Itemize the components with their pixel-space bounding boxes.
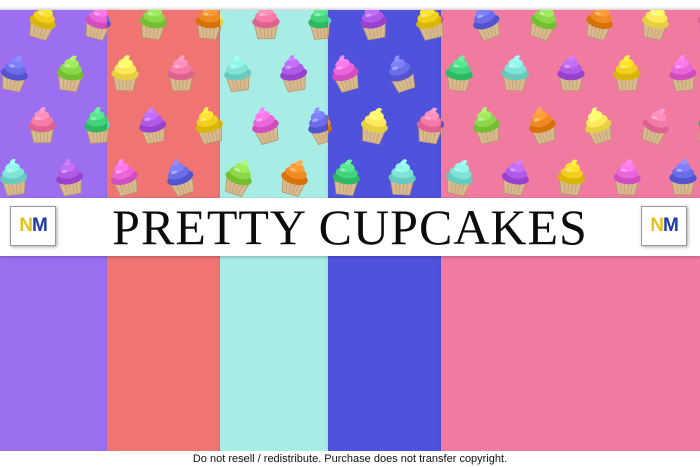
logo-letter-n: N (650, 215, 664, 236)
cupcake-motif (530, 10, 557, 42)
cupcake-motif (501, 55, 529, 92)
cupcake-motif (416, 10, 442, 41)
cupcake-motif (388, 159, 416, 196)
cupcake-motif (308, 107, 330, 146)
cupcake-motif (473, 10, 501, 42)
cupcake-motif (0, 10, 4, 42)
cupcake-motif (441, 14, 444, 41)
cupcake-motif (111, 55, 139, 92)
logo-letter-m: M (662, 215, 679, 236)
cupcake-motif (107, 10, 111, 41)
cupcake-motif (139, 107, 167, 145)
nm-logo-right: NM (641, 206, 687, 246)
cupcake-motif (361, 107, 388, 145)
cupcake-motif (585, 107, 612, 146)
cupcake-motif (332, 159, 360, 196)
logo-letter-n: N (19, 215, 33, 236)
cupcake-motif (0, 55, 28, 93)
cupcake-motif (669, 159, 697, 196)
cupcake-motif (473, 107, 500, 145)
cupcake-motif (56, 55, 84, 93)
cupcake-motif (252, 10, 280, 40)
cupcake-motif (167, 159, 195, 198)
banner-title: PRETTY CUPCAKES (112, 199, 588, 255)
cupcake-motif (501, 159, 529, 197)
cupcake-motif (56, 159, 84, 197)
cupcake-motif (280, 55, 308, 93)
cupcake-motif (28, 107, 56, 144)
cupcake-motif (416, 107, 442, 145)
cupcake-motif (586, 10, 613, 41)
cupcake-motif (360, 10, 388, 41)
cupcake-motif (220, 10, 224, 40)
cupcake-motif (224, 55, 252, 93)
cupcake-motif (669, 55, 697, 92)
cupcake-motif (529, 107, 556, 145)
cupcake-motif (111, 159, 138, 197)
cupcake-motif (308, 10, 330, 40)
cupcake-motif (642, 10, 669, 41)
cupcake-motif (252, 107, 279, 145)
cupcake-motif (641, 108, 669, 146)
cupcake-motif (225, 160, 252, 198)
cupcake-motif (332, 55, 359, 93)
cupcake-motif (220, 119, 223, 145)
cupcake-motif (613, 159, 641, 196)
cupcake-motif (613, 55, 641, 92)
cupcake-motif (328, 110, 332, 145)
cupcake-motif (328, 10, 332, 41)
cupcake-motif (195, 10, 221, 40)
cupcake-motif (557, 159, 585, 197)
cupcake-motif (85, 10, 109, 41)
cupcake-motif (107, 114, 111, 145)
cupcake-motif (445, 55, 473, 92)
logo-letter-m: M (31, 215, 48, 236)
cupcake-motif (0, 159, 28, 197)
cupcake-motif (167, 55, 195, 92)
cupcake-motif (29, 10, 56, 42)
copyright-notice: Do not resell / redistribute. Purchase d… (0, 451, 700, 467)
cupcake-motif (84, 107, 109, 144)
digital-paper-preview: PRETTY CUPCAKES NM NM Do not resell / re… (0, 0, 700, 467)
cupcake-motif (441, 119, 445, 145)
nm-logo-left: NM (10, 206, 56, 246)
cupcake-motif (697, 15, 700, 41)
cupcake-motif (388, 55, 416, 94)
cupcake-motif (557, 55, 585, 92)
cupcake-motif (139, 10, 167, 41)
cupcake-motif (698, 118, 700, 145)
cupcake-motif (446, 159, 473, 197)
cupcake-motif (281, 160, 308, 197)
cupcake-motif (195, 107, 221, 145)
title-banner: PRETTY CUPCAKES (0, 198, 700, 256)
